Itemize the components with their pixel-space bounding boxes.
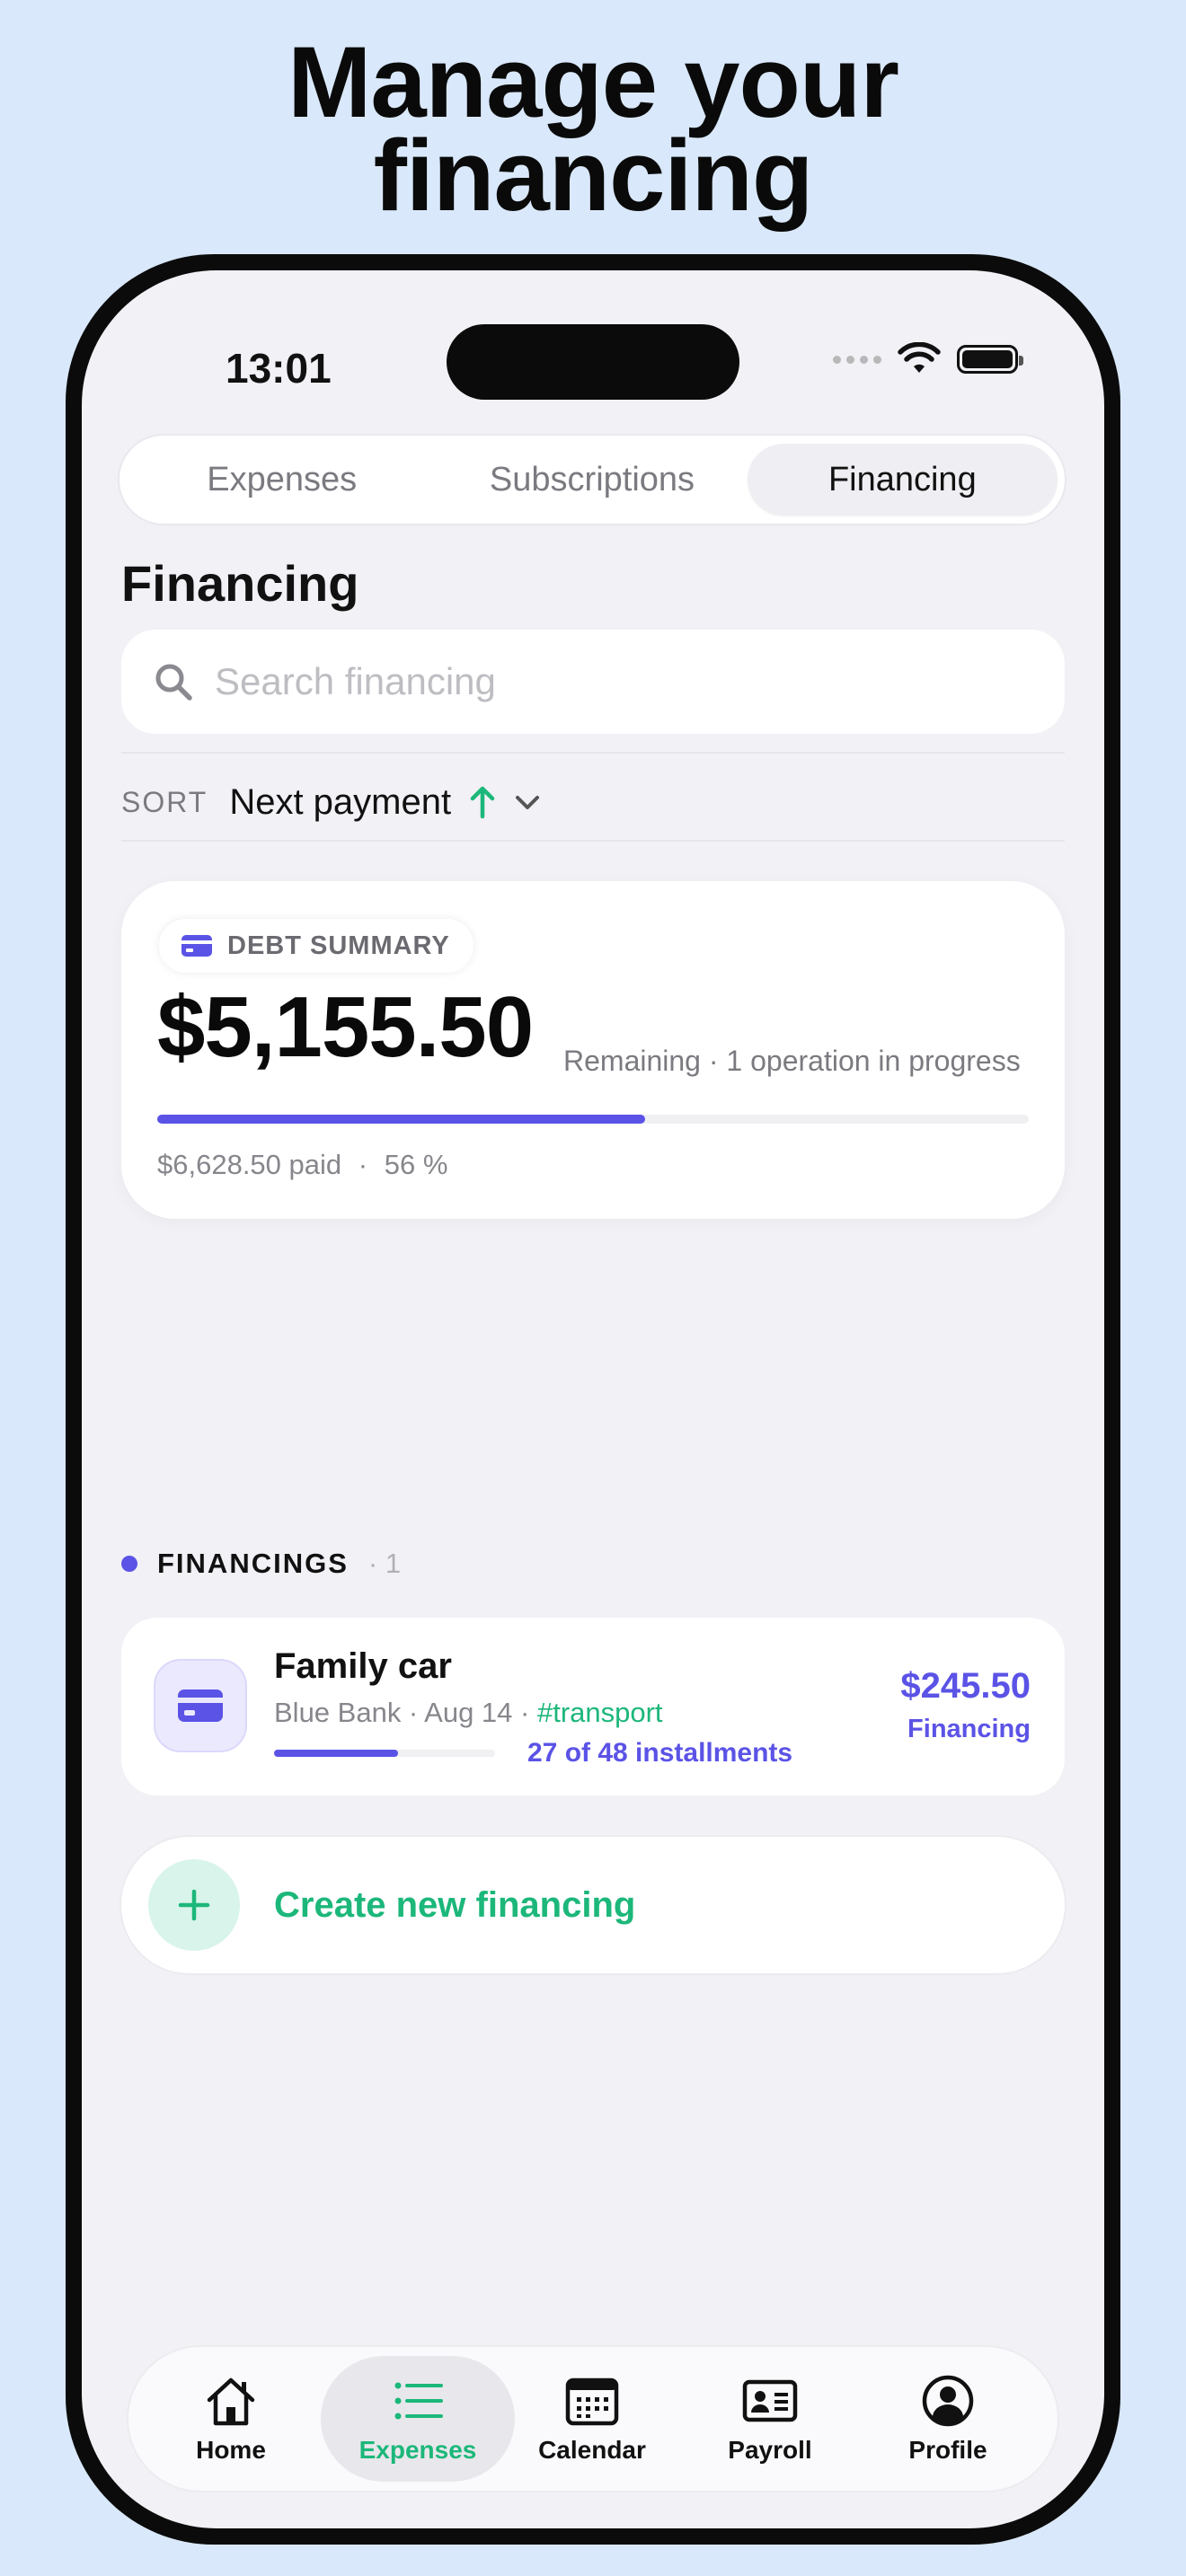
tab-profile-label: Profile [908, 2436, 987, 2464]
headline: Manage your financing [0, 26, 1186, 232]
financing-type: Financing [907, 1715, 1031, 1743]
search-icon [155, 664, 192, 701]
list-icon [394, 2382, 443, 2420]
battery-icon [957, 345, 1023, 374]
segment-subscriptions[interactable]: Subscriptions [437, 444, 747, 516]
sort-label: SORT [121, 785, 208, 818]
debt-summary-card: DEBT SUMMARY $5,155.50 Remaining · 1 ope… [121, 881, 1065, 1219]
headline-line-2: financing [373, 119, 814, 232]
debt-summary-badge: DEBT SUMMARY [159, 919, 474, 973]
debt-progress-fill [157, 1115, 646, 1124]
plus-icon [148, 1859, 240, 1951]
credit-card-icon [181, 935, 212, 957]
dynamic-island [447, 324, 739, 400]
installments-text: 27 of 48 installments [527, 1738, 793, 1768]
paid-percent: 56 % [384, 1149, 448, 1180]
create-financing-button[interactable]: Create new financing [121, 1837, 1065, 1973]
search-bar[interactable] [121, 630, 1065, 734]
remaining-amount: $5,155.50 [157, 979, 534, 1075]
phone-screen: 13:01 Expenses Subscriptions Financing F… [82, 270, 1104, 2528]
page-title: Financing [121, 555, 359, 612]
create-financing-label: Create new financing [274, 1884, 636, 1925]
arrow-up-icon[interactable] [467, 784, 498, 820]
phone-frame: 13:01 Expenses Subscriptions Financing F… [66, 254, 1120, 2545]
chevron-down-icon[interactable] [512, 787, 543, 817]
debt-progress-bar [157, 1115, 1029, 1124]
paid-amount: $6,628.50 paid [157, 1149, 342, 1180]
financing-name: Family car [274, 1646, 452, 1686]
paid-summary: $6,628.50 paid · 56 % [157, 1149, 448, 1180]
installments-progress-bar [274, 1750, 495, 1757]
section-title: FINANCINGS [157, 1548, 349, 1579]
tab-payroll-label: Payroll [728, 2436, 812, 2464]
section-dot [121, 1556, 137, 1572]
installments-progress-fill [274, 1750, 399, 1757]
id-card-icon [742, 2379, 798, 2422]
tab-calendar[interactable]: Calendar [495, 2356, 689, 2482]
remaining-text: Remaining · 1 operation in progress [563, 1045, 1021, 1077]
person-circle-icon [922, 2375, 974, 2427]
financing-meta: Blue Bank · Aug 14 · #transport [274, 1697, 663, 1729]
headline-line-1: Manage your [288, 26, 899, 138]
financing-tag[interactable]: #transport [537, 1697, 663, 1728]
segment-financing[interactable]: Financing [747, 444, 1058, 516]
status-icons [833, 342, 1023, 376]
financing-card-icon [154, 1659, 247, 1752]
tab-bar: Home Expenses Calendar Payroll Profile [128, 2347, 1058, 2491]
sort-control[interactable]: SORT Next payment [121, 775, 543, 829]
debt-summary-label: DEBT SUMMARY [227, 931, 450, 960]
tab-calendar-label: Calendar [538, 2436, 646, 2464]
search-input[interactable] [213, 659, 1007, 704]
credit-card-icon [178, 1689, 223, 1722]
segment-expenses[interactable]: Expenses [127, 444, 437, 516]
calendar-icon [565, 2378, 619, 2426]
sort-value[interactable]: Next payment [229, 782, 451, 823]
house-icon [207, 2378, 255, 2426]
financing-row[interactable]: Family car Blue Bank · Aug 14 · #transpo… [121, 1618, 1065, 1795]
divider [121, 752, 1065, 754]
tab-home[interactable]: Home [134, 2356, 328, 2482]
financing-amount: $245.50 [900, 1666, 1031, 1706]
tab-expenses-label: Expenses [358, 2436, 477, 2464]
tab-payroll[interactable]: Payroll [673, 2356, 867, 2482]
signal-icon [833, 355, 881, 364]
tab-expenses[interactable]: Expenses [321, 2356, 515, 2482]
financings-section-header: FINANCINGS · 1 [121, 1548, 401, 1580]
section-count: · 1 [367, 1548, 402, 1579]
financing-bank-date: Blue Bank · Aug 14 · [274, 1697, 537, 1728]
tab-profile[interactable]: Profile [851, 2356, 1045, 2482]
segmented-control: Expenses Subscriptions Financing [119, 436, 1065, 524]
divider [121, 840, 1065, 842]
status-time: 13:01 [226, 345, 332, 392]
tab-home-label: Home [196, 2436, 266, 2464]
wifi-icon [898, 342, 941, 373]
